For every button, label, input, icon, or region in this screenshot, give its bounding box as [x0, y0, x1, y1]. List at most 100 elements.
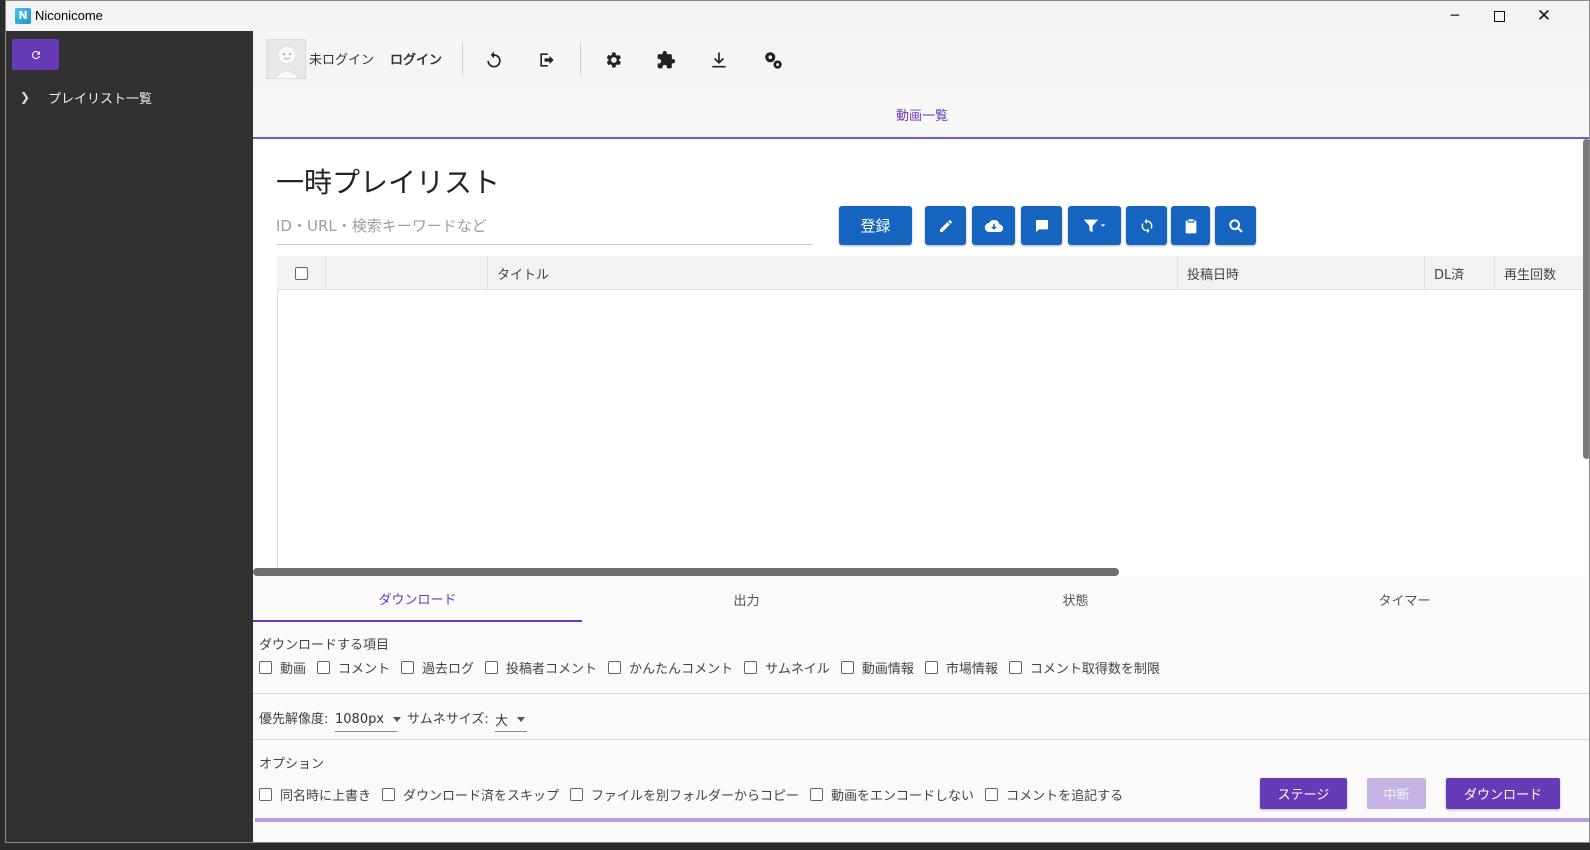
checkbox[interactable] — [259, 788, 272, 801]
stage-button[interactable]: ステージ — [1260, 778, 1347, 809]
checkbox-label: コメント取得数を制限 — [1029, 662, 1160, 677]
download-item-thumbnail[interactable]: サムネイル — [744, 658, 830, 677]
resolution-select[interactable]: 1080px — [335, 707, 402, 732]
thumbnail-column-header[interactable] — [325, 256, 487, 290]
checkbox-label: 動画をエンコードしない — [831, 789, 975, 804]
puzzle-icon — [657, 50, 676, 69]
caret-down-icon — [517, 716, 526, 722]
download-item-owner-comment[interactable]: 投稿者コメント — [485, 658, 597, 677]
checkbox[interactable] — [401, 661, 415, 674]
option-overwrite[interactable]: 同名時に上書き — [259, 785, 371, 804]
login-button[interactable]: ログイン — [390, 49, 442, 68]
tab-status[interactable]: 状態 — [911, 576, 1240, 622]
cloud-download-button[interactable] — [972, 206, 1015, 245]
title-column-header[interactable]: タイトル — [487, 256, 1177, 290]
checkbox-label: ファイルを別フォルダーからコピー — [591, 789, 800, 804]
checkbox[interactable] — [485, 661, 499, 674]
checkbox-label: かんたんコメント — [629, 662, 734, 677]
checkbox[interactable] — [608, 661, 622, 674]
download-button[interactable]: ダウンロード — [1446, 778, 1560, 809]
title-bar: N Niconicome ─ ✕ — [6, 1, 1589, 31]
filter-button[interactable] — [1068, 206, 1121, 245]
search-button[interactable] — [1215, 206, 1256, 245]
clipboard-button[interactable] — [1171, 206, 1210, 245]
download-item-past-log[interactable]: 過去ログ — [401, 658, 474, 677]
view-count-column-header[interactable]: 再生回数 — [1494, 256, 1589, 290]
checkbox[interactable] — [259, 661, 272, 674]
avatar — [266, 39, 306, 79]
tab-download[interactable]: ダウンロード — [253, 576, 582, 622]
sync-button[interactable] — [1126, 206, 1167, 245]
sidebar: ❯ プレイリスト一覧 — [6, 31, 253, 842]
checkbox-label: 動画 — [280, 662, 307, 677]
checkbox-label: コメントを追記する — [1006, 789, 1124, 804]
download-manager-button[interactable] — [704, 45, 734, 75]
checkbox-label: 過去ログ — [422, 662, 475, 677]
tab-video-list[interactable]: 動画一覧 — [253, 105, 1589, 124]
toolbar: 未ログイン ログイン — [253, 31, 1589, 89]
checkbox[interactable] — [317, 661, 331, 674]
option-copy-from-folder[interactable]: ファイルを別フォルダーからコピー — [570, 785, 799, 804]
refresh-playlist-button[interactable] — [12, 39, 59, 70]
download-items-row: 動画 コメント 過去ログ 投稿者コメント かんたんコメント サムネイル 動画情報… — [259, 658, 1171, 677]
maximize-button[interactable] — [1477, 1, 1521, 31]
settings-button[interactable] — [598, 45, 628, 75]
checkbox[interactable] — [570, 788, 584, 801]
filter-icon — [1083, 219, 1105, 232]
downloaded-column-header[interactable]: DL済 — [1424, 256, 1494, 290]
minimize-button[interactable]: ─ — [1433, 1, 1477, 31]
progress-bar — [255, 818, 1589, 822]
playlist-tree-item[interactable]: ❯ プレイリスト一覧 — [20, 87, 152, 107]
option-skip-downloaded[interactable]: ダウンロード済をスキップ — [382, 785, 559, 804]
playlist-tree-label: プレイリスト一覧 — [48, 91, 153, 107]
gear-icon — [606, 52, 621, 68]
video-table-header: タイトル 投稿日時 DL済 再生回数 — [277, 256, 1589, 290]
option-no-encode[interactable]: 動画をエンコードしない — [810, 785, 974, 804]
refresh-icon — [31, 50, 40, 59]
vertical-scrollbar[interactable] — [1583, 139, 1589, 459]
checkbox[interactable] — [382, 788, 396, 801]
checkbox[interactable] — [1008, 661, 1022, 674]
download-item-comment[interactable]: コメント — [317, 658, 390, 677]
maximize-icon — [1493, 10, 1505, 22]
download-item-limit-comments[interactable]: コメント取得数を制限 — [1008, 658, 1160, 677]
checkbox-label: 動画情報 — [861, 662, 914, 677]
thumbnail-size-value: 大 — [495, 713, 509, 729]
horizontal-scrollbar[interactable] — [253, 568, 1119, 576]
edit-button[interactable] — [925, 206, 966, 245]
resolution-value: 1080px — [335, 711, 385, 727]
register-button[interactable]: 登録 — [839, 206, 912, 245]
checkbox-label: コメント — [338, 662, 391, 677]
tab-timer[interactable]: タイマー — [1240, 576, 1569, 622]
checkbox[interactable] — [985, 788, 999, 801]
comment-button[interactable] — [1021, 206, 1062, 245]
abort-button[interactable]: 中断 — [1367, 778, 1426, 809]
checkbox-label: ダウンロード済をスキップ — [403, 789, 560, 804]
checkbox[interactable] — [744, 661, 758, 674]
download-item-market-info[interactable]: 市場情報 — [924, 658, 998, 677]
main-panel: 未ログイン ログイン 動画一覧 一時プレイリスト ID・URL・検索キーワードな… — [253, 31, 1589, 842]
posted-date-column-header[interactable]: 投稿日時 — [1177, 256, 1424, 290]
thumbnail-size-select[interactable]: 大 — [495, 707, 527, 732]
download-item-video-info[interactable]: 動画情報 — [840, 658, 914, 677]
select-all-checkbox[interactable] — [294, 266, 308, 280]
close-button[interactable]: ✕ — [1522, 1, 1566, 31]
download-item-video[interactable]: 動画 — [259, 658, 306, 677]
addons-button[interactable] — [651, 45, 681, 75]
option-append-comments[interactable]: コメントを追記する — [985, 785, 1123, 804]
sync-icon — [1141, 218, 1152, 233]
checkbox-label: サムネイル — [765, 662, 830, 677]
chevron-right-icon: ❯ — [20, 90, 31, 104]
download-item-easy-comment[interactable]: かんたんコメント — [608, 658, 733, 677]
window-title: Niconicome — [35, 8, 103, 23]
advanced-settings-button[interactable] — [758, 45, 788, 75]
cloud-download-icon — [984, 219, 1003, 232]
logout-button[interactable] — [532, 45, 562, 75]
search-input[interactable] — [276, 207, 813, 245]
section-divider — [253, 739, 1589, 740]
checkbox[interactable] — [924, 661, 938, 674]
tab-output[interactable]: 出力 — [582, 576, 911, 622]
checkbox[interactable] — [840, 661, 854, 674]
checkbox[interactable] — [810, 788, 824, 801]
restart-button[interactable] — [479, 45, 509, 75]
